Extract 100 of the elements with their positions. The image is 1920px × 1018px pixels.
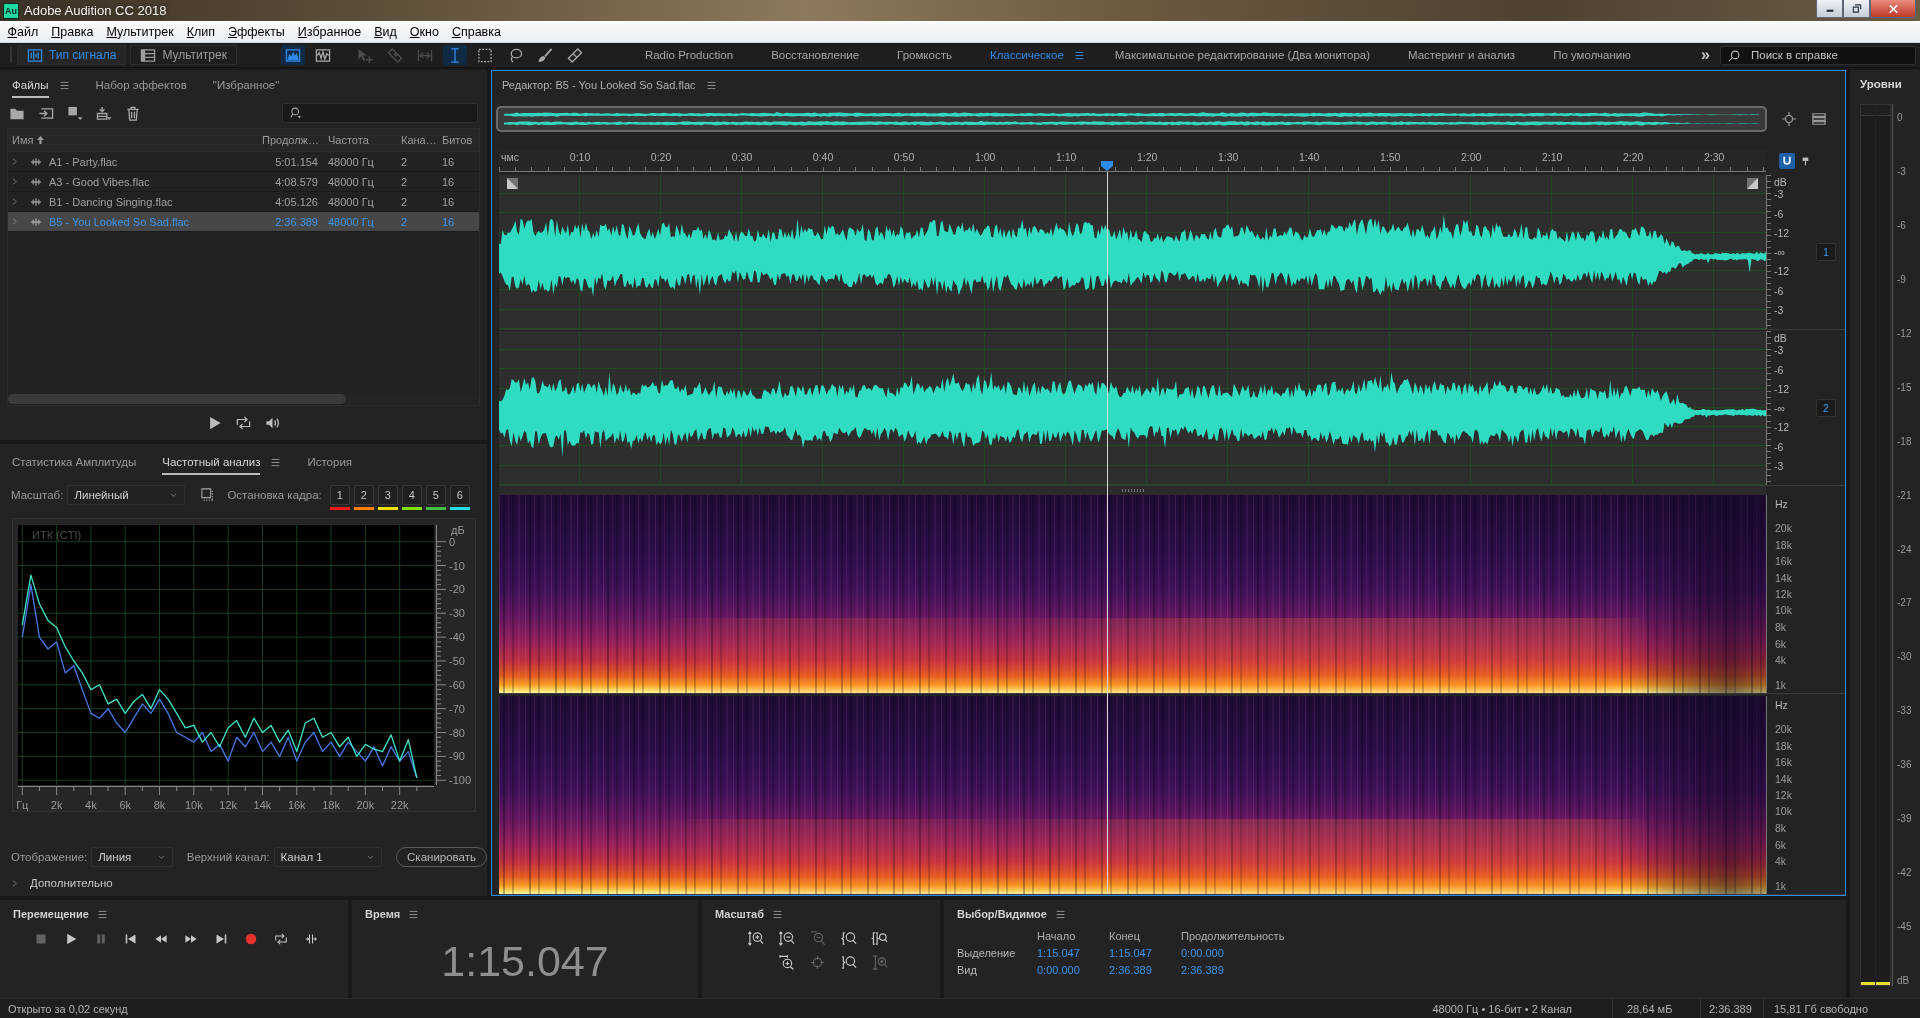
loop-button[interactable] (273, 931, 289, 947)
insert-icon[interactable] (96, 105, 112, 121)
time-value[interactable]: 2:36.389 (1165, 964, 1285, 976)
frame-capture-icon[interactable] (201, 488, 216, 502)
panel-menu-icon[interactable] (58, 80, 70, 90)
list-icon[interactable] (1811, 112, 1827, 126)
editor-tab[interactable]: Редактор: B5 - You Looked So Sad.flac (502, 79, 696, 91)
freeze-frame-button[interactable]: 3 (377, 484, 398, 505)
close-button[interactable] (1870, 0, 1916, 18)
scale-dropdown[interactable]: Линейный (67, 485, 186, 505)
freeze-frame-button[interactable]: 6 (449, 484, 470, 505)
time-value[interactable]: 2:36.389 (1093, 964, 1165, 976)
column-header[interactable]: Кана… (401, 134, 437, 146)
panel-title[interactable]: Выбор/Видимое (957, 908, 1047, 920)
record-button[interactable] (243, 931, 259, 947)
menu-item[interactable]: Мультитрек (100, 24, 181, 39)
menu-item[interactable]: Эффекты (221, 24, 292, 39)
trash-icon[interactable] (125, 105, 141, 121)
menu-item[interactable]: Справка (445, 24, 508, 39)
both-points-zoom-button[interactable] (870, 930, 888, 946)
freeze-frame-button[interactable]: 1 (329, 484, 350, 505)
overview-bar[interactable] (496, 106, 1767, 132)
time-selection-tool[interactable] (442, 45, 467, 65)
panel-title[interactable]: Время (365, 908, 401, 920)
channel-dropdown[interactable]: Канал 1 (273, 847, 383, 867)
channel-badge[interactable]: 1 (1816, 243, 1836, 261)
time-ruler[interactable]: чмс 0:10 0:20 0:30 0:40 0:50 1:00 1:10 1:20 1:30 1:40 1:50 2:00 2:10 2:20 2:30 (499, 150, 1766, 172)
minimize-button[interactable] (1816, 0, 1843, 18)
panel-tab[interactable]: "Избранное" (212, 72, 280, 98)
mode-button[interactable]: Тип сигнала (17, 45, 127, 65)
search-icon (290, 107, 302, 119)
playhead-marker-icon[interactable] (1101, 161, 1114, 171)
help-search-field[interactable]: Поиск в справке (1720, 45, 1916, 65)
maximize-button[interactable] (1843, 0, 1870, 18)
search-field[interactable] (282, 103, 478, 123)
speaker-icon[interactable] (265, 416, 280, 430)
freeze-frame-button[interactable]: 4 (401, 484, 422, 505)
panel-menu-icon[interactable] (705, 80, 717, 90)
menu-item[interactable]: Окно (403, 24, 446, 39)
time-value[interactable]: 0:00.000 (1021, 964, 1093, 976)
menu-item[interactable]: Избранное (291, 24, 368, 39)
more-workspaces-button[interactable]: » (1701, 46, 1710, 64)
play-icon[interactable] (207, 416, 222, 430)
scrollbar-thumb[interactable] (8, 394, 346, 404)
panel-menu-icon[interactable] (1054, 909, 1066, 919)
panel-tab[interactable]: История (307, 449, 353, 475)
out-point-zoom-button[interactable] (839, 954, 857, 970)
freeze-frame-button[interactable]: 5 (425, 484, 446, 505)
in-point-zoom-button[interactable] (839, 930, 857, 946)
db-label: dB (1774, 332, 1787, 344)
magnet-icon[interactable] (1779, 153, 1795, 169)
display-dropdown[interactable]: Линия (91, 847, 173, 867)
advanced-toggle[interactable]: Дополнительно (30, 877, 113, 889)
resize-handle-icon[interactable] (1121, 489, 1144, 492)
panel-tab[interactable]: Уровни (1860, 78, 1902, 90)
channel-badge[interactable]: 2 (1816, 399, 1836, 417)
panel-menu-icon[interactable] (270, 457, 282, 467)
time-value[interactable]: 1:15.047 (1093, 947, 1165, 959)
fade-in-handle-icon[interactable] (507, 178, 518, 189)
menu-item[interactable]: Вид (367, 24, 404, 39)
workspace-tab[interactable]: По умолчанию (1553, 49, 1631, 61)
spectral-view-button[interactable] (280, 45, 305, 65)
mode-button[interactable]: Мультитрек (130, 45, 237, 65)
menu-icon[interactable] (1073, 50, 1085, 60)
workspace-tab[interactable]: Громкость (897, 49, 952, 61)
workspace-tab[interactable]: Radio Production (644, 49, 734, 61)
column-header[interactable]: Частота (328, 134, 369, 146)
workspace-tab[interactable]: Мастеринг и анализ (1408, 49, 1516, 61)
amp-out-zoom-button[interactable] (777, 930, 795, 946)
panel-tab[interactable]: Файлы (12, 72, 49, 98)
panel-menu-icon[interactable] (772, 909, 783, 919)
column-header[interactable]: Битов (442, 134, 473, 146)
time-value[interactable]: 1:15.047 (1021, 947, 1093, 959)
panel-menu-icon[interactable] (96, 909, 108, 919)
column-header[interactable]: Имя (12, 134, 34, 146)
freeze-frame-button[interactable]: 2 (353, 484, 374, 505)
panel-title[interactable]: Перемещение (13, 908, 89, 920)
menu-item[interactable]: Правка (44, 24, 100, 39)
playhead-line[interactable] (1106, 172, 1108, 893)
panel-tab[interactable]: Набор эффектов (95, 72, 187, 98)
menu-item[interactable]: Файл (1, 24, 45, 39)
amp-in-zoom-button[interactable] (746, 930, 764, 946)
loop-icon[interactable] (236, 416, 251, 430)
workspace-tab[interactable]: Классическое (989, 49, 1064, 61)
panel-menu-icon[interactable] (408, 909, 420, 919)
menu-item[interactable]: Клип (180, 24, 222, 39)
workspace-tab[interactable]: Восстановление (771, 49, 860, 61)
time-value[interactable]: 0:00.000 (1165, 947, 1285, 959)
fade-out-handle-icon[interactable] (1747, 178, 1758, 189)
new-file-icon[interactable] (67, 105, 83, 121)
file-row[interactable]: A1 - Party.flac 5:01.154 48000 Гц 2 16 (8, 152, 479, 172)
zoom-target-icon[interactable] (1781, 112, 1797, 126)
panel-title[interactable]: Масштаб (715, 908, 764, 920)
import-icon[interactable] (38, 105, 54, 121)
workspace-tab[interactable]: Максимальное редактирование (Два монитора) (1114, 49, 1370, 61)
column-header[interactable]: Продолж… (262, 134, 319, 146)
panel-tab[interactable]: Статистика Амплитуды (12, 449, 137, 475)
time-in-zoom-button[interactable] (777, 954, 795, 970)
panel-tab[interactable]: Частотный анализ (162, 449, 261, 475)
file-row[interactable]: A3 - Good Vibes.flac 4:08.579 48000 Гц 2 16 (8, 172, 479, 192)
